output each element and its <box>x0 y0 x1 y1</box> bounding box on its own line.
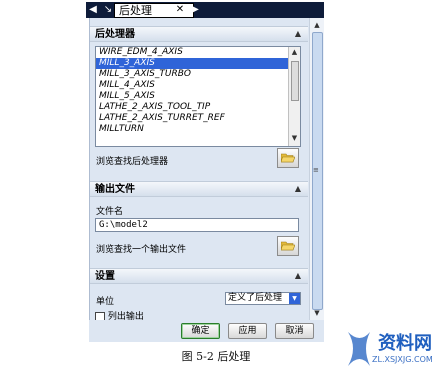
scroll-down-icon[interactable]: ▼ <box>310 307 324 319</box>
button-bar: 确定 应用 取消 <box>89 320 324 342</box>
browse-output-button[interactable] <box>277 236 299 256</box>
chevron-up-icon[interactable]: ▲ <box>292 183 304 195</box>
apply-button[interactable]: 应用 <box>228 323 267 339</box>
tab-scroll-left-icon[interactable]: ◀ <box>88 4 98 16</box>
postprocessor-list[interactable]: WIRE_EDM_4_AXIS MILL_3_AXIS MILL_3_AXIS_TU… <box>95 46 301 147</box>
list-item[interactable]: LATHE_2_AXIS_TOOL_TIP <box>96 102 300 113</box>
list-item[interactable]: MILL_4_AXIS <box>96 80 300 91</box>
pin-icon[interactable]: ↘ <box>102 4 114 16</box>
tab-close-icon[interactable]: ✕ <box>173 4 187 16</box>
tab-scroll-right-icon[interactable]: ▶ <box>190 4 200 16</box>
chevron-up-icon[interactable]: ▲ <box>292 28 304 40</box>
list-item[interactable]: WIRE_EDM_4_AXIS <box>96 47 300 58</box>
list-item[interactable]: MILL_5_AXIS <box>96 91 300 102</box>
browse-postprocessor-button[interactable] <box>277 148 299 168</box>
watermark-text: 资料网 <box>378 333 432 354</box>
section-title: 输出文件 <box>95 184 135 195</box>
list-scrollbar[interactable]: ▲ ▼ <box>288 47 300 146</box>
unit-label: 单位 <box>96 297 115 307</box>
chevron-up-icon[interactable]: ▲ <box>292 270 304 282</box>
file-name-label: 文件名 <box>96 207 124 217</box>
unit-select[interactable]: 定义了后处理 ▼ <box>225 292 301 305</box>
list-item[interactable]: LATHE_2_AXIS_TURRET_REF <box>96 113 300 124</box>
list-scrollbar-thumb[interactable] <box>291 61 299 101</box>
cancel-button[interactable]: 取消 <box>275 323 314 339</box>
watermark-url: ZL.XSJXJG.COM <box>372 355 432 364</box>
scroll-up-icon[interactable]: ▲ <box>310 19 324 31</box>
panel-scrollbar[interactable]: ▲ ≡ ▼ <box>309 18 324 320</box>
section-header-postprocessors[interactable]: 后处理器 ▲ <box>90 26 308 42</box>
list-item[interactable]: MILL_3_AXIS_TURBO <box>96 69 300 80</box>
section-title: 设置 <box>95 271 115 282</box>
list-scroll-down-icon[interactable]: ▼ <box>289 134 300 142</box>
browse-postprocessor-label: 浏览查找后处理器 <box>96 157 169 167</box>
browse-output-label: 浏览查找一个输出文件 <box>96 245 187 255</box>
chevron-down-icon[interactable]: ▼ <box>289 293 300 304</box>
ok-button[interactable]: 确定 <box>181 323 220 339</box>
open-folder-icon <box>281 153 295 163</box>
section-header-output-file[interactable]: 输出文件 ▲ <box>90 181 308 197</box>
list-scroll-up-icon[interactable]: ▲ <box>289 48 300 56</box>
list-item[interactable]: MILL_3_AXIS <box>96 58 300 69</box>
section-header-settings[interactable]: 设置 ▲ <box>90 268 308 284</box>
unit-select-value: 定义了后处理 <box>228 293 283 303</box>
list-item[interactable]: MILLTURN <box>96 124 300 135</box>
section-title: 后处理器 <box>95 29 135 40</box>
open-folder-icon <box>281 241 295 251</box>
grip-icon: ≡ <box>313 166 319 174</box>
tab-postprocess-label: 后处理 <box>119 4 152 17</box>
file-name-input[interactable]: G:\model2 <box>95 218 299 232</box>
